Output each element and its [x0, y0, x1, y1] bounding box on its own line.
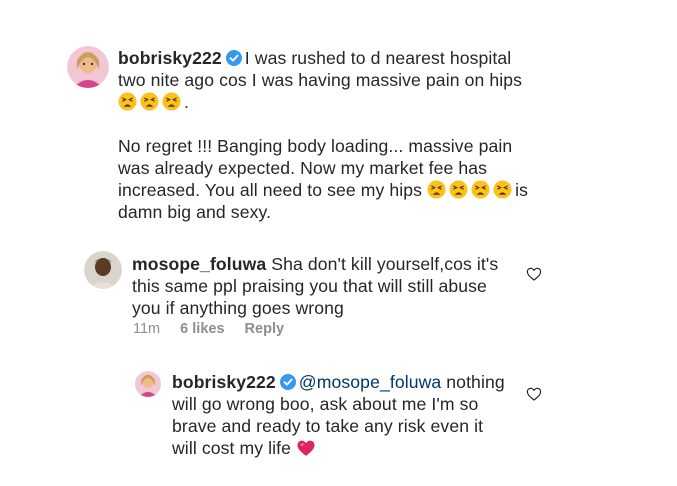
verified-badge-icon [225, 50, 242, 66]
reply-avatar[interactable] [135, 371, 161, 397]
comment-text-line: you if anything goes wrong [132, 298, 344, 318]
tired-face-emoji-icon [118, 92, 137, 111]
tired-face-emoji-icon [140, 92, 159, 111]
reply-body: bobrisky222 @mosope_foluwa nothing will g… [172, 371, 532, 459]
post-username[interactable]: bobrisky222 [118, 48, 222, 68]
reply-username[interactable]: bobrisky222 [172, 372, 276, 392]
post-text-line: two nite ago cos I was having massive pa… [118, 70, 523, 90]
tired-face-emoji-icon [427, 180, 446, 199]
post-text-line: increased. You all need to see my hips [118, 180, 423, 200]
reply-text-line: nothing [446, 372, 505, 392]
post-text-line: was already expected. Now my market fee … [118, 158, 488, 178]
post-text-word: is [515, 180, 528, 200]
post-avatar[interactable] [67, 46, 109, 88]
verified-badge-icon [279, 374, 296, 390]
tired-face-emoji-icon [471, 180, 490, 199]
comment-avatar[interactable] [84, 251, 122, 289]
comment-username[interactable]: mosope_foluwa [132, 254, 266, 274]
post-text-line: No regret !!! Banging body loading... ma… [118, 136, 513, 156]
reply-text-line: brave and ready to take any risk even it [172, 416, 484, 436]
reply-text-line: will cost my life [172, 438, 292, 458]
comment-text-line: this same ppl praising you that will sti… [132, 276, 487, 296]
post-caption: bobrisky222 I was rushed to d nearest hos… [118, 47, 638, 223]
comment-meta: 11m 6 likes Reply [133, 320, 300, 338]
comment-likes[interactable]: 6 likes [180, 321, 224, 337]
comment-time: 11m [133, 321, 161, 337]
tired-face-emoji-icon [493, 180, 512, 199]
comment-reply-button[interactable]: Reply [245, 321, 285, 337]
post-text-period: . [184, 92, 189, 112]
reply-like-heart-icon[interactable] [526, 386, 542, 402]
comment-like-heart-icon[interactable] [526, 266, 542, 282]
tired-face-emoji-icon [162, 92, 181, 111]
red-heart-emoji-icon [296, 438, 316, 458]
tired-face-emoji-icon [449, 180, 468, 199]
comment-text-line: Sha don't kill yourself,cos it's [271, 254, 499, 274]
post-text-line: I was rushed to d nearest hospital [244, 48, 512, 68]
reply-text-line: will go wrong boo, ask about me I'm so [172, 394, 479, 414]
post-text-line: damn big and sexy. [118, 202, 272, 222]
reply-mention-link[interactable]: @mosope_foluwa [299, 372, 442, 392]
comment-body: mosope_foluwa Sha don't kill yourself,co… [132, 253, 552, 319]
